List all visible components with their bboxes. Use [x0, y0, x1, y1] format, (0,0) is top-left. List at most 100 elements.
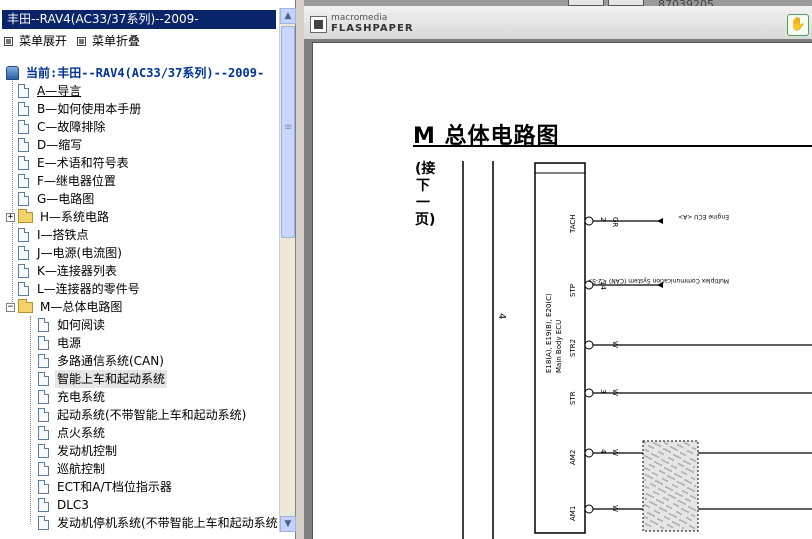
stipple-dot	[664, 442, 666, 444]
pin-name: STR2	[569, 339, 577, 357]
stipple-dot	[674, 485, 676, 487]
flashpaper-logo: macromedia FLASHPAPER	[310, 14, 414, 34]
document-icon	[38, 498, 49, 512]
tree-item-a[interactable]: A—导言	[6, 82, 83, 100]
collapse-toggle[interactable]: −	[6, 302, 15, 312]
tree-item-j[interactable]: J—电源(电流图)	[6, 244, 124, 262]
ecu-label-line1: E18(A), E19(B), E20(C)	[545, 293, 553, 373]
stipple-dot	[653, 442, 655, 444]
stipple-dot	[678, 500, 680, 502]
stipple-dot	[679, 482, 681, 484]
stipple-dot	[692, 459, 694, 461]
expand-toggle[interactable]: +	[6, 212, 15, 222]
stipple-dot	[677, 444, 679, 446]
tree-child-item[interactable]: DLC3	[38, 496, 91, 514]
stipple-dot	[692, 471, 694, 473]
tree-child-item[interactable]: 如何阅读	[38, 316, 107, 334]
pin-terminal	[584, 504, 594, 514]
arrow-head	[657, 218, 663, 224]
stipple-dot	[646, 456, 648, 458]
tree-child-item[interactable]: ECT和A/T档位指示器	[38, 478, 174, 496]
stipple-dot	[649, 464, 651, 466]
hand-tool-button[interactable]: ✋	[787, 14, 809, 36]
stipple-dot	[673, 454, 675, 456]
stipple-dot	[663, 448, 665, 450]
stipple-dot	[644, 516, 646, 518]
stipple-dot	[661, 508, 663, 510]
tree-item-c[interactable]: C—故障排除	[6, 118, 107, 136]
stipple-dot	[653, 503, 655, 505]
stipple-dot	[651, 514, 653, 516]
document-icon	[38, 390, 49, 404]
tree-item-k[interactable]: K—连接器列表	[6, 262, 119, 280]
document-icon	[38, 426, 49, 440]
stipple-dot	[674, 473, 676, 475]
scroll-thumb[interactable]	[281, 26, 295, 238]
stipple-dot	[669, 525, 671, 527]
stipple-dot	[659, 482, 661, 484]
stipple-dot	[690, 482, 692, 484]
tree-item-i[interactable]: I—搭铁点	[6, 226, 91, 244]
stipple-dot	[680, 513, 682, 515]
stipple-dot	[654, 473, 656, 475]
document-icon	[38, 354, 49, 368]
tree-child-item[interactable]: 多路通信系统(CAN)	[38, 352, 166, 370]
tree-item-label: 如何阅读	[57, 318, 106, 332]
expand-menu-button[interactable]: 菜单展开	[4, 32, 67, 50]
stipple-dot	[683, 521, 685, 523]
scroll-up-button[interactable]: ▲	[280, 8, 296, 24]
stipple-dot	[682, 465, 684, 467]
document-icon	[18, 264, 29, 278]
tree-scrollbar[interactable]: ▲ ▼	[279, 8, 296, 532]
stipple-dot	[687, 462, 689, 464]
tree-item-f[interactable]: F—继电器位置	[6, 172, 118, 190]
stipple-dot	[684, 442, 686, 444]
tree-child-item[interactable]: 起动系统(不带智能上车和起动系统)	[38, 406, 248, 424]
stipple-dot	[667, 487, 669, 489]
stipple-dot	[667, 475, 669, 477]
stipple-dot	[676, 511, 678, 513]
stipple-dot	[647, 512, 649, 514]
tree-child-item-selected[interactable]: 智能上车和起动系统	[38, 370, 168, 388]
document-icon	[38, 408, 49, 422]
stipple-dot	[671, 477, 673, 479]
tree-item-h[interactable]: + H—系统电路	[6, 208, 111, 226]
tree-item-l[interactable]: L—连接器的零件号	[6, 280, 142, 298]
folder-open-icon	[18, 298, 33, 313]
tree-item-label: H—系统电路	[40, 210, 110, 224]
tree-item-g[interactable]: G—电路图	[6, 190, 96, 208]
tree-child-item[interactable]: 发动机停机系统(不带智能上车和起动系统)	[38, 514, 278, 532]
stipple-dot	[652, 496, 654, 498]
stipple-dot	[677, 456, 679, 458]
stipple-dot	[691, 452, 693, 454]
stipple-dot	[686, 443, 688, 445]
stipple-dot	[667, 450, 669, 452]
tree-child-item[interactable]: 发动机控制	[38, 442, 119, 460]
stipple-dot	[687, 450, 689, 452]
document-page[interactable]: M 总体电路图 (接下一页) 4 E18(A), E19(B), E20(C) …	[312, 42, 812, 539]
tree-child-item[interactable]: 巡航控制	[38, 460, 107, 478]
stipple-dot	[675, 455, 677, 457]
stipple-dot	[688, 444, 690, 446]
stipple-dot	[648, 506, 650, 508]
tree-root-current[interactable]: 当前:丰田--RAV4(AC33/37系列)--2009-	[6, 64, 266, 82]
pin-name: STP	[569, 284, 577, 297]
stipple-dot	[654, 522, 656, 524]
tree-item-e[interactable]: E—术语和符号表	[6, 154, 131, 172]
stipple-dot	[680, 452, 682, 454]
tree-child-item[interactable]: 点火系统	[38, 424, 107, 442]
stipple-dot	[676, 474, 678, 476]
tree-item-d[interactable]: D—缩写	[6, 136, 84, 154]
tree-child-item[interactable]: 电源	[38, 334, 83, 352]
folder-icon	[18, 208, 33, 223]
nav-title[interactable]: 丰田--RAV4(AC33/37系列)--2009-	[2, 10, 276, 29]
tree-child-item[interactable]: 充电系统	[38, 388, 107, 406]
stipple-dot	[673, 503, 675, 505]
stipple-dot	[648, 445, 650, 447]
tree-item-b[interactable]: B—如何使用本手册	[6, 100, 143, 118]
scroll-down-button[interactable]: ▼	[280, 516, 296, 532]
document-icon	[18, 174, 29, 188]
collapse-menu-button[interactable]: 菜单折叠	[77, 32, 140, 50]
stipple-dot	[680, 476, 682, 478]
tree-item-m[interactable]: − M—总体电路图	[6, 298, 124, 316]
